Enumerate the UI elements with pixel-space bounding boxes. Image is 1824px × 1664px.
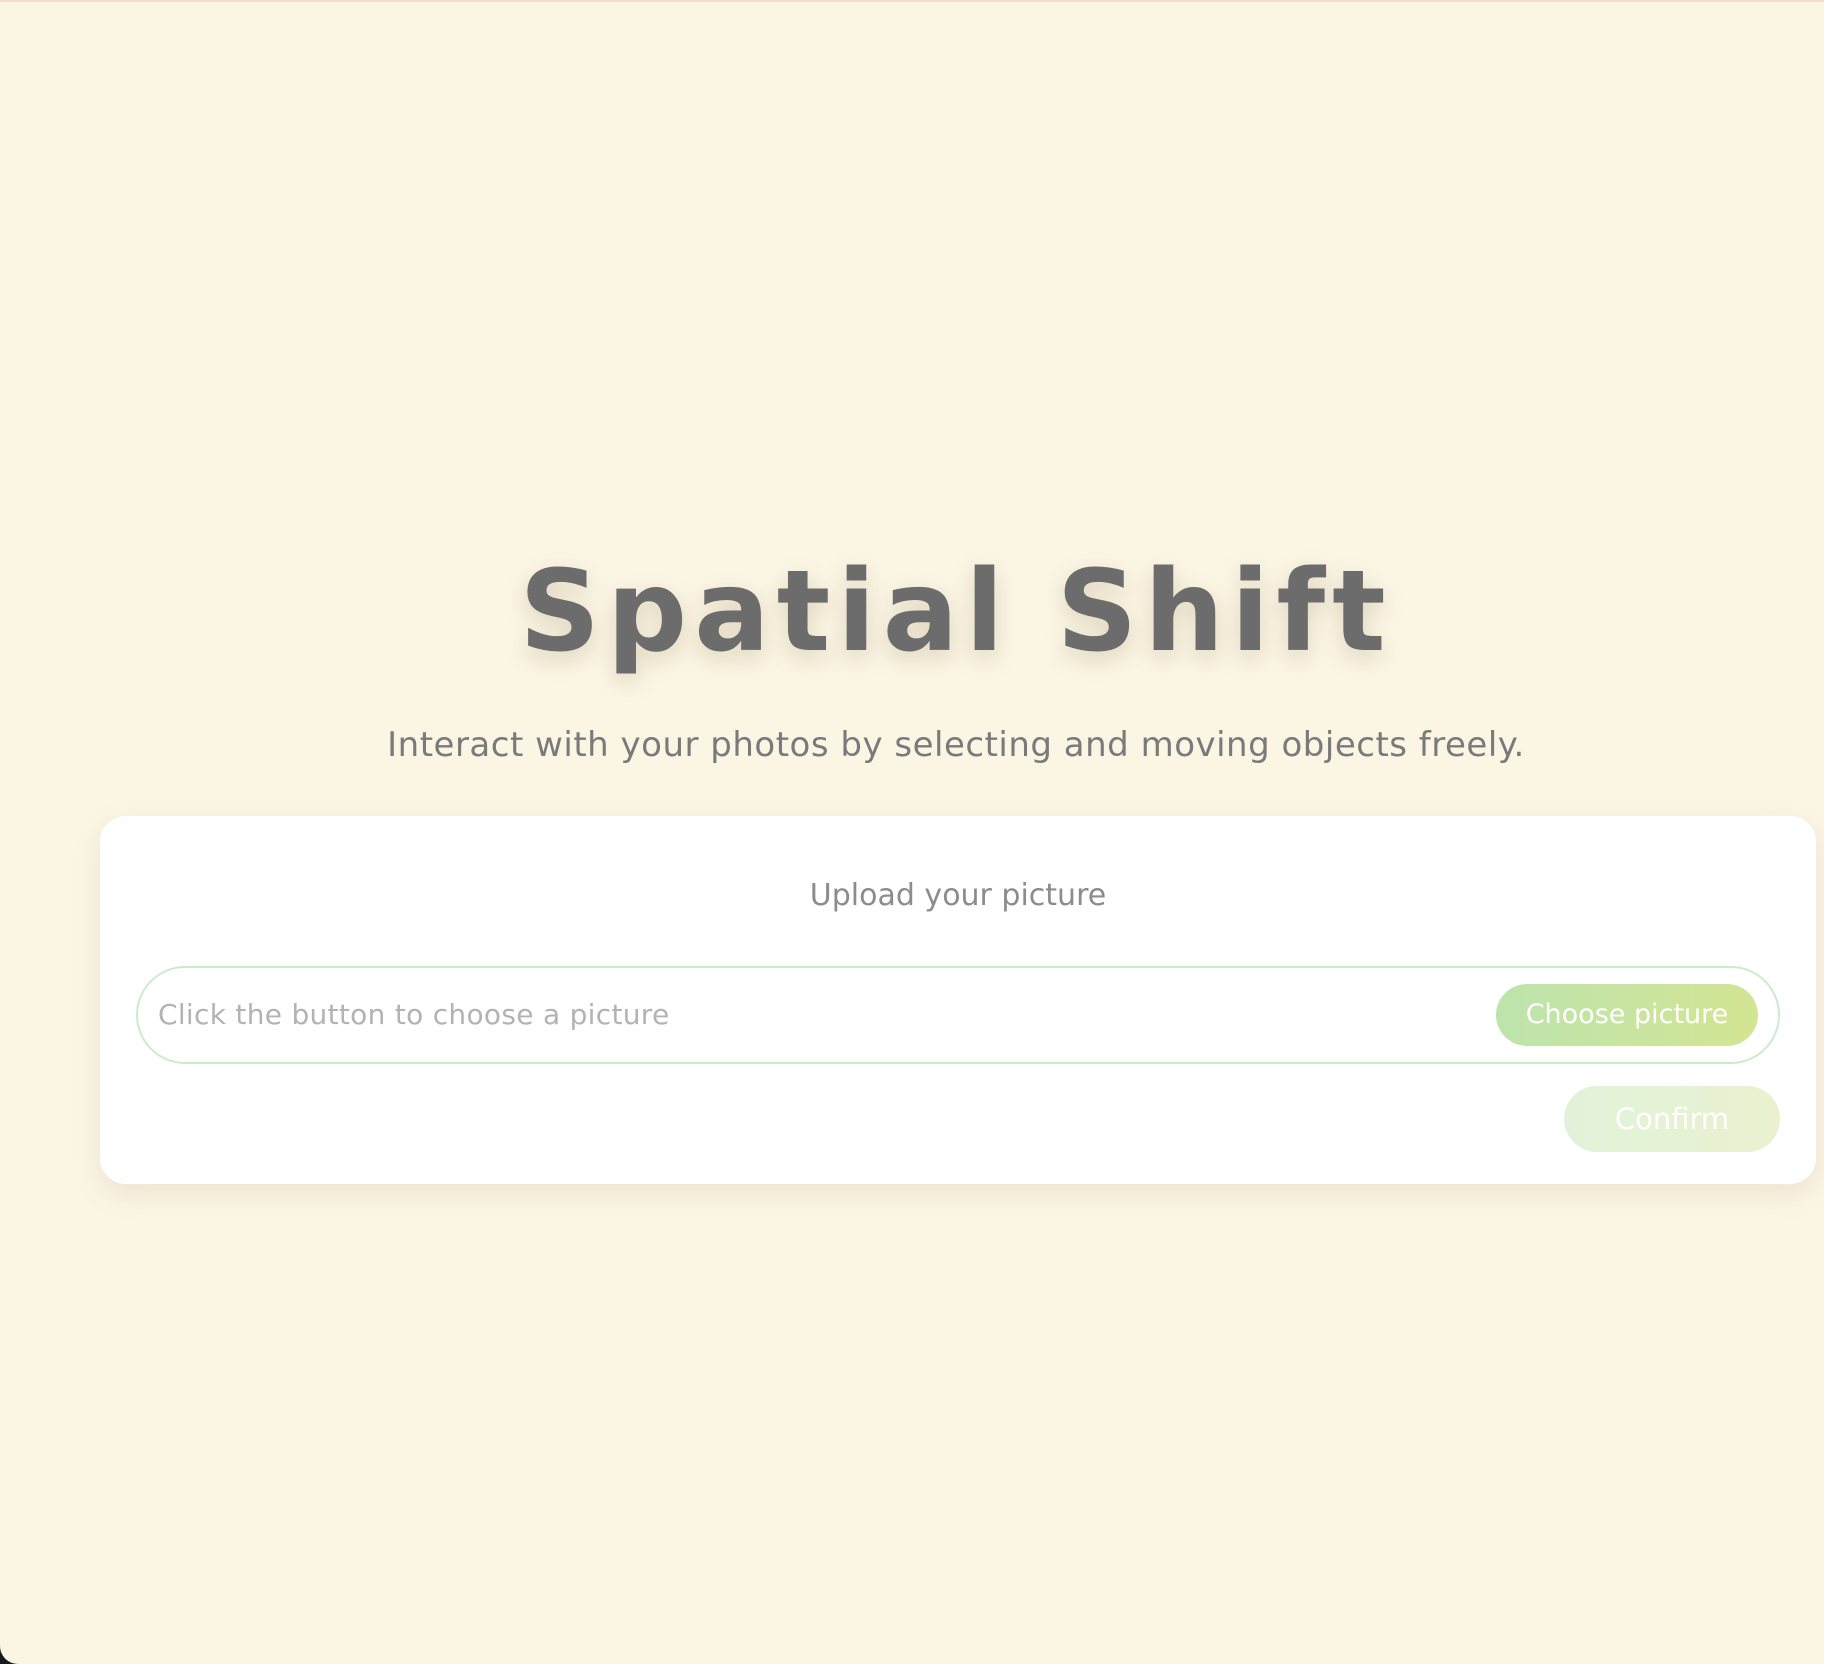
app-page: Spatial Shift Interact with your photos …	[0, 0, 1824, 1664]
file-picker[interactable]: Click the button to choose a picture Cho…	[136, 966, 1780, 1064]
page-title: Spatial Shift	[519, 547, 1393, 677]
confirm-button[interactable]: Confirm	[1564, 1086, 1780, 1152]
page-subtitle: Interact with your photos by selecting a…	[387, 725, 1525, 765]
upload-label: Upload your picture	[809, 878, 1107, 913]
upload-card: Upload your picture Click the button to …	[100, 816, 1816, 1184]
file-name-placeholder: Click the button to choose a picture	[158, 998, 670, 1031]
choose-picture-button[interactable]: Choose picture	[1496, 984, 1758, 1046]
